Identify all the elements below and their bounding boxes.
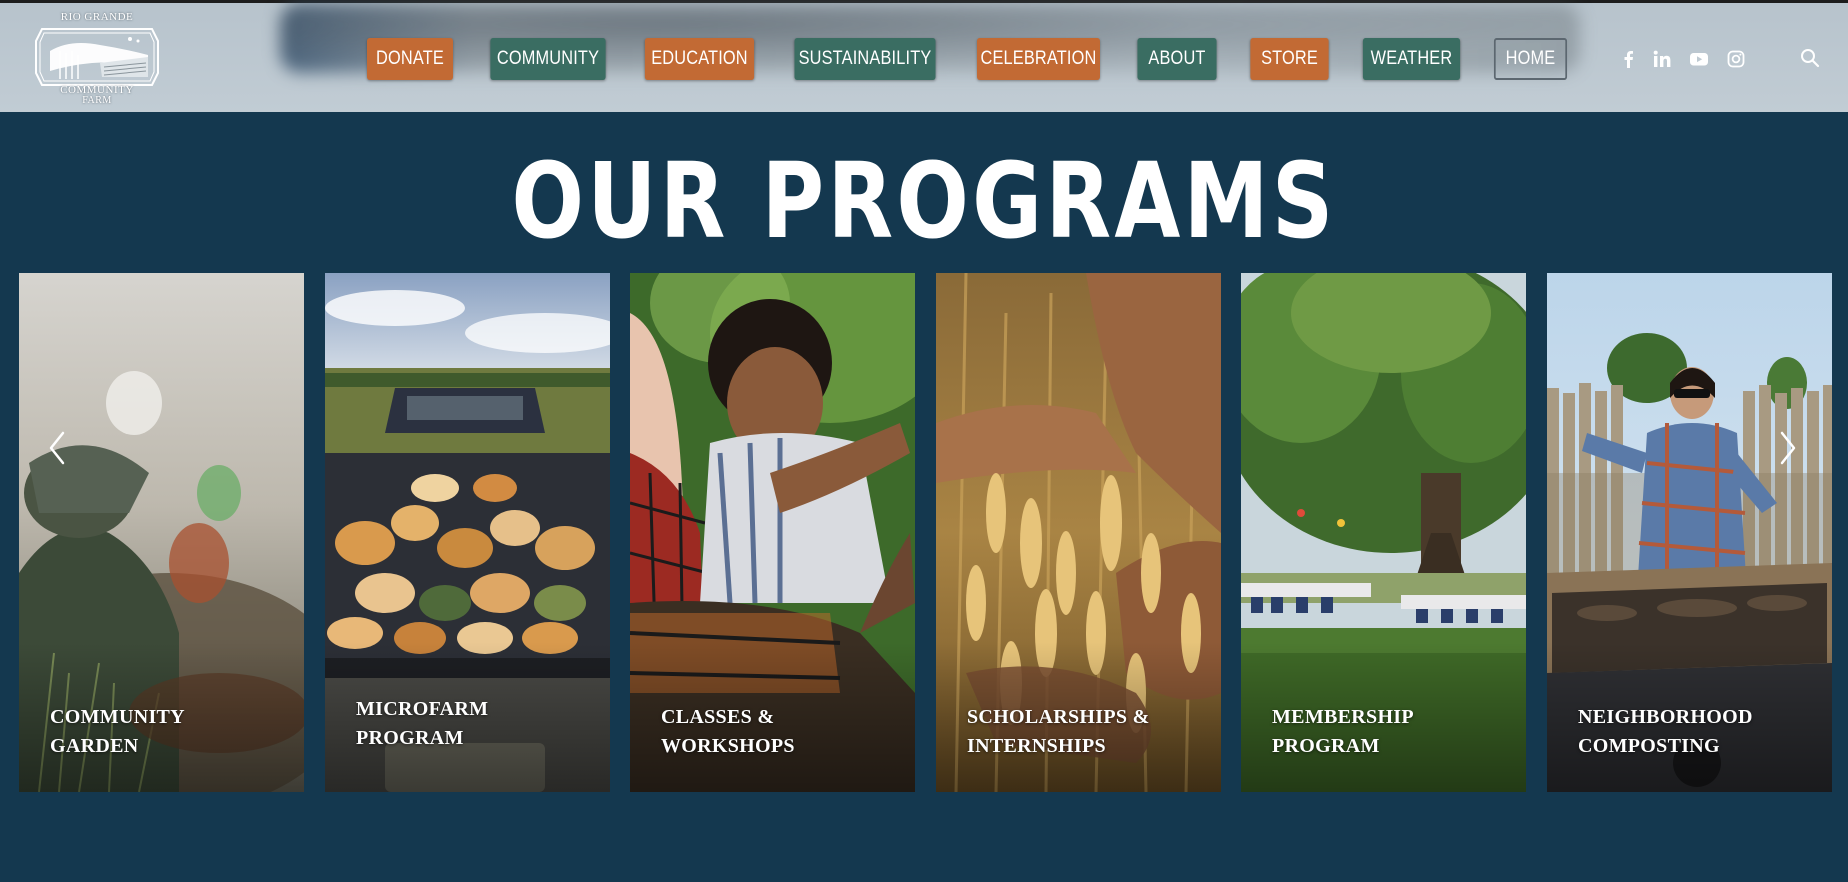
- facebook-icon[interactable]: [1617, 47, 1641, 71]
- card-label-classes-workshops: CLASSES & WORKSHOPS: [661, 706, 795, 757]
- program-card-microfarm-program[interactable]: MICROFARM PROGRAM: [325, 273, 610, 792]
- card-label-community-garden: COMMUNITY GARDEN: [50, 706, 185, 757]
- card-label-neighborhood-composting: NEIGHBORHOOD COMPOSTING: [1578, 706, 1753, 757]
- logo-text-top: RIO GRANDE: [60, 11, 134, 23]
- nav-celebration-button[interactable]: CELEBRATION: [977, 38, 1100, 80]
- nav-store-button[interactable]: STORE: [1250, 38, 1329, 80]
- nav-sustainability-button[interactable]: SUSTAINABILITY: [794, 38, 936, 80]
- nav-home-button[interactable]: HOME: [1493, 38, 1568, 80]
- nav-weather-button[interactable]: WEATHER: [1362, 38, 1461, 80]
- linkedin-icon[interactable]: [1650, 47, 1674, 71]
- nav-education-button[interactable]: EDUCATION: [644, 38, 755, 80]
- nav-about-button[interactable]: ABOUT: [1137, 38, 1217, 80]
- program-card-membership-program[interactable]: MEMBERSHIP PROGRAM: [1241, 273, 1526, 792]
- program-card-classes-workshops[interactable]: CLASSES & WORKSHOPS: [630, 273, 915, 792]
- site-header: RIO GRANDE COMMUNITY FARM DONATE COMMUNI…: [0, 0, 1848, 112]
- chevron-left-icon[interactable]: [43, 428, 71, 468]
- nav-donate-button[interactable]: DONATE: [367, 38, 453, 80]
- instagram-icon[interactable]: [1724, 47, 1748, 71]
- card-label-membership-program: MEMBERSHIP PROGRAM: [1272, 706, 1414, 757]
- nav-community-button[interactable]: COMMUNITY: [490, 38, 606, 80]
- youtube-icon[interactable]: [1687, 47, 1711, 71]
- site-logo[interactable]: RIO GRANDE COMMUNITY FARM: [30, 11, 164, 107]
- program-card-community-garden[interactable]: COMMUNITY GARDEN: [19, 273, 304, 792]
- card-label-scholarships-internships: SCHOLARSHIPS & INTERNSHIPS: [967, 706, 1150, 757]
- page-title: OUR PROGRAMS: [511, 140, 1337, 262]
- chevron-right-icon[interactable]: [1774, 428, 1802, 468]
- program-card-scholarships-internships[interactable]: SCHOLARSHIPS & INTERNSHIPS: [936, 273, 1221, 792]
- card-label-microfarm-program: MICROFARM PROGRAM: [356, 698, 489, 749]
- logo-text-farm: FARM: [82, 95, 112, 106]
- search-icon[interactable]: [1799, 47, 1821, 69]
- program-card-neighborhood-composting[interactable]: NEIGHBORHOOD COMPOSTING: [1547, 273, 1832, 792]
